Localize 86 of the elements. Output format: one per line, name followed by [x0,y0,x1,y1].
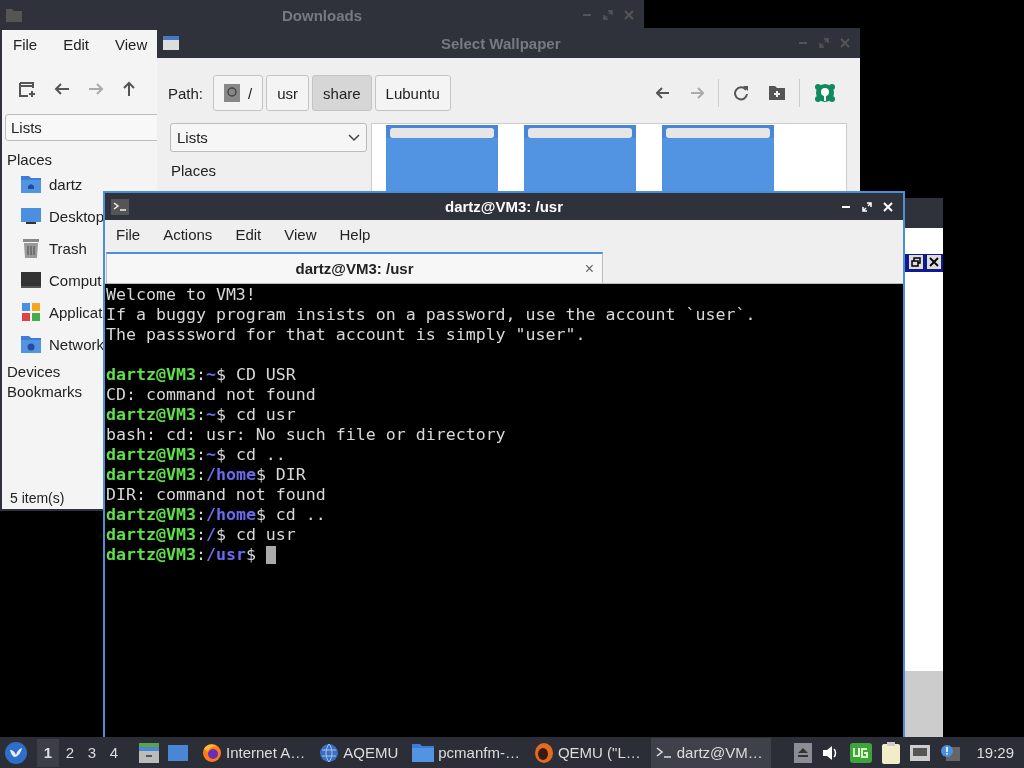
folder-icon [412,743,435,762]
window-title: dartz@VM3: /usr [445,198,563,215]
back-arrow-icon[interactable] [656,87,670,99]
restore-icon[interactable] [909,255,923,269]
path-button[interactable]: share [312,75,372,111]
close-icon[interactable] [927,255,941,269]
tab-close-button[interactable]: × [584,259,594,278]
folder-icon [6,8,22,22]
desktop-switcher[interactable]: 3 [81,738,103,767]
section-heading: Bookmarks [7,383,83,400]
terminal-line: The passsword for that account is simply "user". [106,325,586,345]
sidebar-item[interactable]: Network [49,335,104,353]
monitor-icon [21,271,41,289]
taskbar-button[interactable]: Internet A… [198,737,314,768]
taskbar-button[interactable]: AQEMU [315,737,407,768]
apps-icon [21,303,41,321]
menu-item[interactable]: File [116,226,141,243]
window-title: Select Wallpaper [441,34,561,52]
updates-icon[interactable] [850,742,873,763]
new-tab-icon[interactable] [18,80,36,98]
clock: 19:29 [976,744,1014,761]
menu-item[interactable]: View [284,226,317,243]
home-folder-icon [21,175,41,193]
window-title: Downloads [282,6,362,24]
terminal-line: If a buggy program insists on a password, use the account `user`. [106,305,756,325]
desktop-switcher[interactable]: 4 [103,738,125,767]
window-icon[interactable] [168,744,188,761]
globe-icon [319,742,340,763]
caret-icon [348,133,360,142]
menu-item[interactable]: Actions [163,226,213,243]
menu-item[interactable]: Edit [235,226,262,243]
terminal-line: dartz@VM3:/home$ DIR [106,465,306,485]
taskbar-button[interactable]: pcmanfm-… [408,737,528,768]
terminal-line: DIR: command not found [106,485,326,505]
terminal-line: Welcome to VM3! [106,285,256,305]
terminal-line: CD: command not found [106,385,316,405]
taskbar-button[interactable]: dartz@VM… [650,737,771,768]
terminal-line: dartz@VM3:~$ cd usr [106,405,296,425]
section-heading: Places [171,162,218,179]
sidebar-item[interactable]: Trash [49,239,87,257]
terminal-line: dartz@VM3:~$ cd .. [106,445,286,465]
terminal-line: dartz@VM3:/home$ cd .. [106,505,326,525]
menu-item[interactable]: Edit [63,36,90,58]
terminal-line: dartz@VM3:/$ cd usr [106,525,296,545]
start-menu-icon[interactable] [5,741,27,764]
terminal-line: dartz@VM3:/usr$ [106,545,276,565]
terminal-icon [111,198,129,215]
network-folder-icon [21,335,41,353]
section-heading: Places [7,151,53,168]
back-arrow-icon[interactable] [54,82,70,96]
desktop-switcher[interactable]: 1 [37,738,59,767]
menu-item[interactable]: View [115,36,148,58]
title-bar [905,198,943,228]
fox-globe-icon [202,742,222,763]
path-button[interactable]: Lubuntu [374,75,451,111]
file-cabinet-icon[interactable] [139,742,159,763]
gear-icon[interactable] [814,82,836,104]
terminal-icon [654,745,673,760]
sidebar-item[interactable]: Desktop [49,207,105,225]
view-dropdown[interactable]: Lists [170,123,367,152]
window-icon [163,36,179,50]
clipboard-icon[interactable] [882,741,901,764]
drive-icon [224,84,241,102]
terminal-tab[interactable]: dartz@VM3: /usr × [106,252,603,283]
network-icon[interactable] [910,744,931,761]
sidebar-item[interactable]: Applicat [49,303,103,321]
path-button[interactable]: / [213,75,264,111]
new-folder-icon[interactable] [769,86,785,100]
path-button[interactable]: usr [266,75,310,111]
sidebar-item[interactable]: Comput [49,271,102,289]
terminal-line: dartz@VM3:~$ CD USR [106,365,296,385]
terminal-line: bash: cd: usr: No such file or directory [106,425,506,445]
trash-icon [21,238,41,258]
refresh-icon[interactable] [733,85,749,101]
path-label: Path: [168,84,204,102]
notification-icon[interactable] [940,743,961,762]
taskbar-button[interactable]: QEMU ("L… [529,737,649,768]
desktop-switcher[interactable]: 2 [59,738,81,767]
eject-icon[interactable] [794,742,813,763]
menu-item[interactable]: File [13,36,38,58]
up-arrow-icon[interactable] [122,81,136,97]
sidebar-item[interactable]: dartz [49,175,83,193]
menu-item[interactable]: Help [339,226,371,243]
section-heading: Devices [7,363,61,380]
monitor-icon [21,207,41,225]
status-text: 5 item(s) [10,490,65,506]
